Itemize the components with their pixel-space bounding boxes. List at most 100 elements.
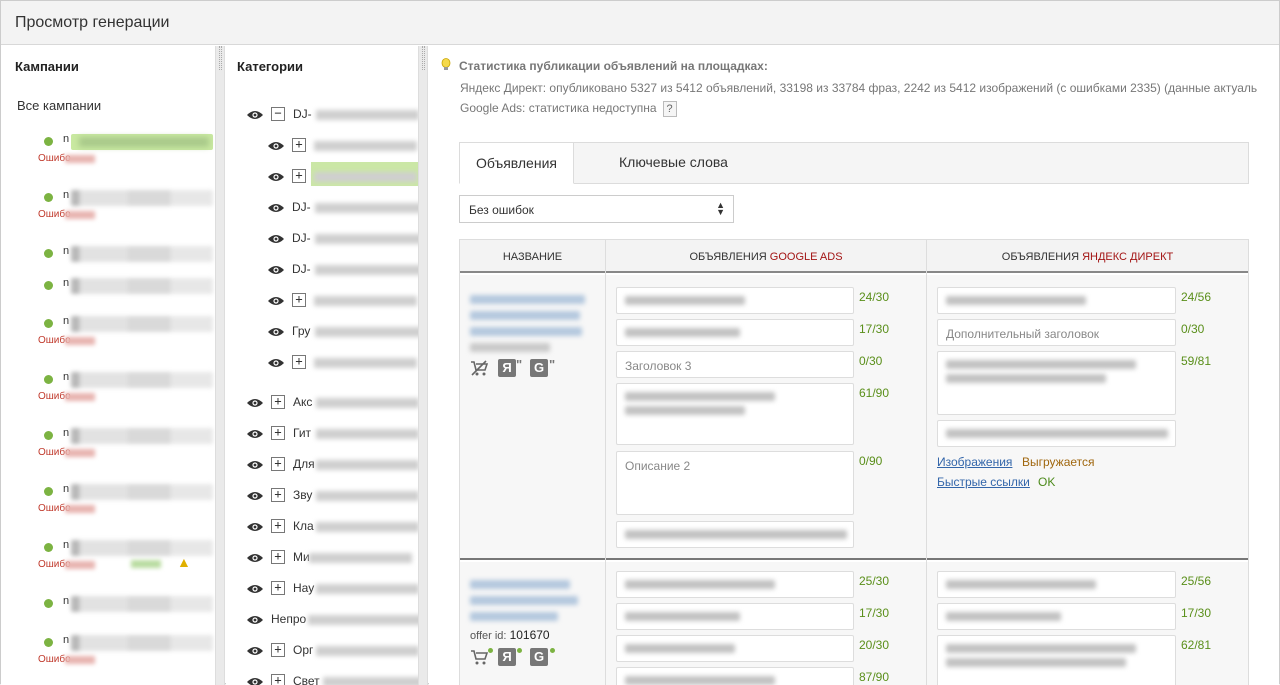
campaign-item[interactable]: n Ошибо <box>1 187 215 227</box>
google-headline2-field[interactable] <box>616 603 854 630</box>
campaign-item[interactable]: n Ошибо <box>1 481 215 521</box>
category-item[interactable]: DJ- <box>267 200 418 222</box>
category-item[interactable]: + Для <box>246 457 418 479</box>
eye-icon[interactable] <box>267 357 285 369</box>
eye-icon[interactable] <box>246 397 264 409</box>
eye-icon[interactable] <box>246 521 264 533</box>
category-item[interactable]: + Кла <box>246 519 418 541</box>
campaign-item[interactable]: n Ошибо <box>1 369 215 409</box>
category-item[interactable]: Гру <box>267 324 418 346</box>
yandex-url-field[interactable] <box>937 420 1176 447</box>
cart-crossed-icon[interactable] <box>470 359 489 377</box>
expand-icon[interactable]: + <box>271 643 285 657</box>
category-item[interactable]: + Ми <box>246 550 418 572</box>
eye-icon[interactable] <box>267 326 285 338</box>
campaign-name: n <box>63 595 70 607</box>
yandex-extra-title-field[interactable] <box>937 603 1176 630</box>
tab-ads[interactable]: Объявления <box>459 142 574 184</box>
campaign-item[interactable]: n Ошибо <box>1 425 215 465</box>
expand-icon[interactable]: + <box>271 519 285 533</box>
yandex-text-field[interactable] <box>937 635 1176 685</box>
google-description1-field[interactable] <box>616 667 854 685</box>
status-dot <box>44 193 53 202</box>
category-item[interactable]: + <box>267 169 418 191</box>
google-headline2-field[interactable] <box>616 319 854 346</box>
expand-icon[interactable]: + <box>292 293 306 307</box>
google-icon[interactable]: G <box>530 648 548 666</box>
campaign-item[interactable]: n Ошибо ▲ <box>1 537 215 577</box>
eye-icon[interactable] <box>267 295 285 307</box>
eye-icon[interactable] <box>246 614 264 626</box>
google-headline3-field[interactable]: Заголовок 3 <box>616 351 854 378</box>
campaign-item[interactable]: n Ошибо <box>1 632 215 672</box>
expand-icon[interactable]: + <box>271 488 285 502</box>
collapse-icon[interactable]: − <box>271 107 285 121</box>
category-item[interactable]: + Свет <box>246 674 418 685</box>
yandex-images-status: Выгружается <box>1022 455 1095 469</box>
status-dot <box>44 599 53 608</box>
category-item[interactable]: + Гит <box>246 426 418 448</box>
yandex-sitelinks-link[interactable]: Быстрые ссылки <box>937 475 1030 489</box>
cart-icon[interactable] <box>470 648 489 666</box>
yandex-text-field[interactable] <box>937 351 1176 415</box>
google-url-field[interactable] <box>616 521 854 548</box>
offer-title-link[interactable] <box>470 580 570 589</box>
category-item[interactable]: + Нау <box>246 581 418 603</box>
campaign-item[interactable]: n Ошибо <box>1 131 215 171</box>
yandex-title-field[interactable] <box>937 571 1176 598</box>
help-button[interactable]: ? <box>662 101 677 117</box>
category-item[interactable]: Непро <box>246 612 418 634</box>
panel-splitter-left[interactable] <box>215 46 225 685</box>
expand-icon[interactable]: + <box>271 395 285 409</box>
eye-icon[interactable] <box>267 171 285 183</box>
eye-icon[interactable] <box>246 459 264 471</box>
panel-splitter-right[interactable] <box>418 46 428 685</box>
expand-icon[interactable]: + <box>292 138 306 152</box>
all-campaigns-link[interactable]: Все кампании <box>17 98 101 113</box>
category-item[interactable]: + <box>267 355 418 377</box>
eye-icon[interactable] <box>246 552 264 564</box>
expand-icon[interactable]: + <box>292 355 306 369</box>
category-item[interactable]: + Орг <box>246 643 418 665</box>
eye-icon[interactable] <box>246 583 264 595</box>
eye-icon[interactable] <box>267 140 285 152</box>
eye-icon[interactable] <box>246 428 264 440</box>
yandex-title-field[interactable] <box>937 287 1176 314</box>
eye-icon[interactable] <box>246 109 264 121</box>
error-filter-select[interactable]: Без ошибок ▲ ▼ <box>459 195 734 223</box>
google-icon[interactable]: G <box>530 359 548 377</box>
category-item[interactable]: + Зву <box>246 488 418 510</box>
expand-icon[interactable]: + <box>292 169 306 183</box>
eye-icon[interactable] <box>246 490 264 502</box>
expand-icon[interactable]: + <box>271 426 285 440</box>
campaign-item[interactable]: n <box>1 593 215 633</box>
status-dot <box>44 249 53 258</box>
category-item[interactable]: DJ- <box>267 231 418 253</box>
tab-keywords[interactable]: Ключевые слова <box>603 142 744 184</box>
category-item[interactable]: − DJ- <box>246 107 418 129</box>
yandex-icon[interactable]: Я <box>498 359 516 377</box>
offer-title-link[interactable] <box>470 295 585 304</box>
yandex-images-link[interactable]: Изображения <box>937 455 1012 469</box>
google-headline1-field[interactable] <box>616 287 854 314</box>
google-description1-field[interactable] <box>616 383 854 445</box>
google-headline3-field[interactable] <box>616 635 854 662</box>
eye-icon[interactable] <box>267 233 285 245</box>
category-item[interactable]: + <box>267 293 418 315</box>
google-description2-field[interactable]: Описание 2 <box>616 451 854 515</box>
category-item[interactable]: + Акс <box>246 395 418 417</box>
campaign-item[interactable]: n Ошибо <box>1 313 215 353</box>
eye-icon[interactable] <box>246 645 264 657</box>
category-item[interactable]: + <box>267 138 418 160</box>
expand-icon[interactable]: + <box>271 581 285 595</box>
campaign-item[interactable]: n <box>1 275 215 315</box>
category-item[interactable]: DJ- <box>267 262 418 284</box>
expand-icon[interactable]: + <box>271 550 285 564</box>
google-headline1-field[interactable] <box>616 571 854 598</box>
yandex-icon[interactable]: Я <box>498 648 516 666</box>
eye-icon[interactable] <box>267 264 285 276</box>
expand-icon[interactable]: + <box>271 674 285 685</box>
expand-icon[interactable]: + <box>271 457 285 471</box>
eye-icon[interactable] <box>267 202 285 214</box>
yandex-extra-title-field[interactable]: Дополнительный заголовок <box>937 319 1176 346</box>
